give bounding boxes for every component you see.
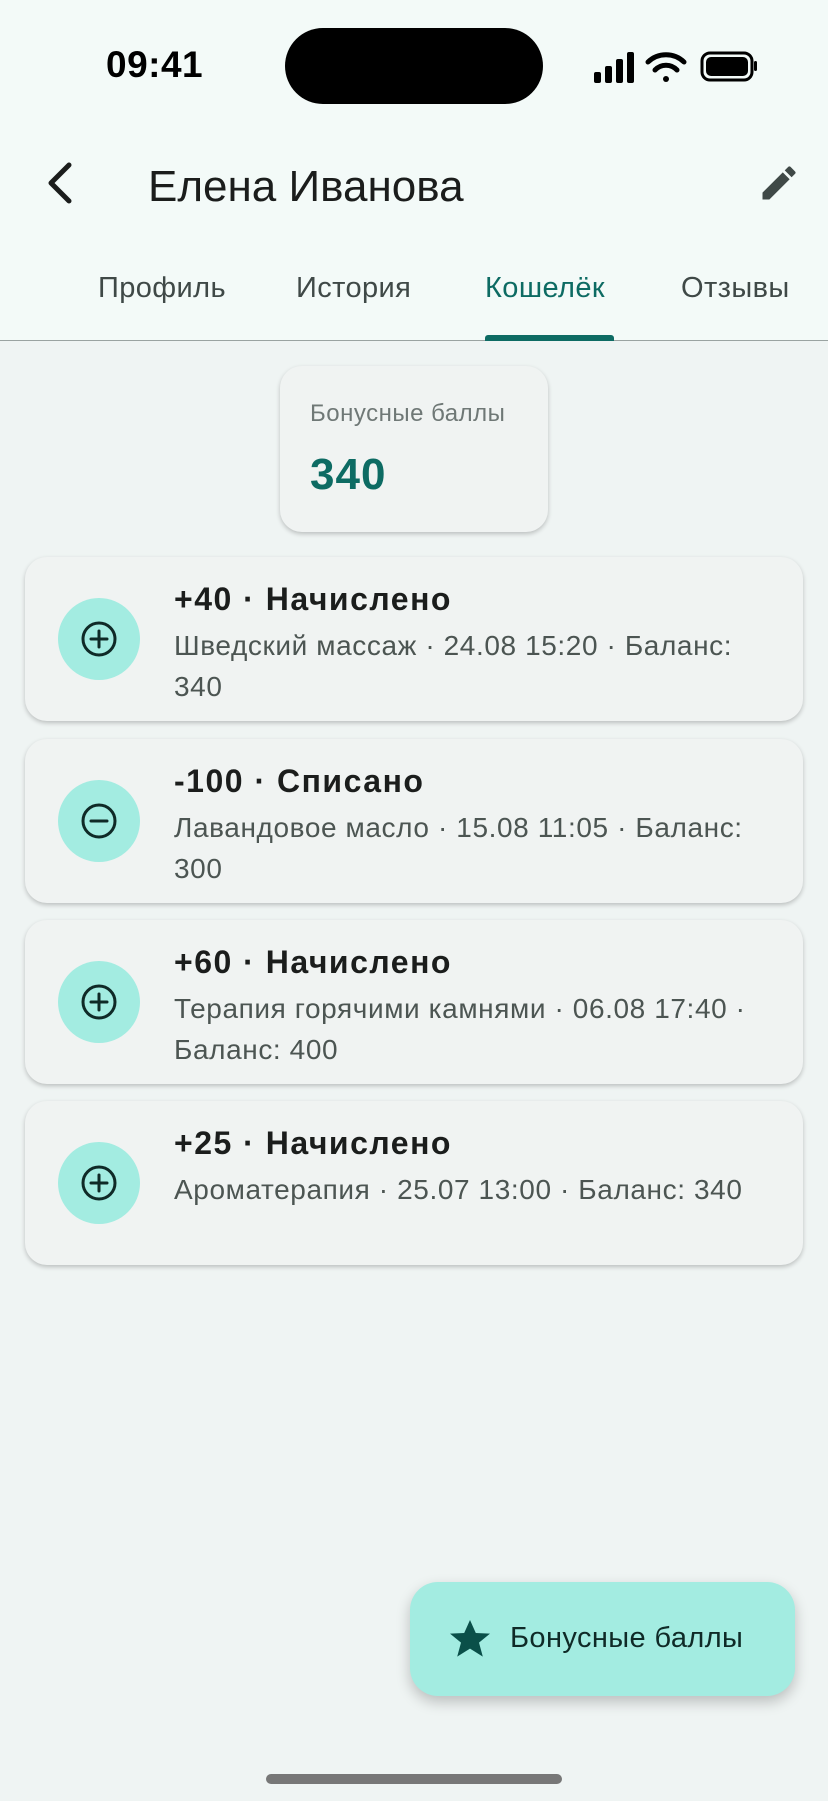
transaction-item[interactable]: +60 · Начислено Терапия горячими камнями… xyxy=(25,920,803,1084)
pencil-icon xyxy=(762,166,796,200)
plus-circle-icon xyxy=(81,984,117,1020)
page-title: Елена Иванова xyxy=(148,162,464,211)
tab-reviews[interactable]: Отзывы xyxy=(681,272,790,305)
minus-circle-icon xyxy=(81,803,117,839)
transaction-detail: Терапия горячими камнями · 06.08 17:40 ·… xyxy=(174,993,746,1065)
tab-profile[interactable]: Профиль xyxy=(98,272,226,305)
transaction-icon-badge xyxy=(58,780,140,862)
app-bar: Елена Иванова xyxy=(0,130,828,240)
transaction-title: +25 · Начислено xyxy=(174,1125,452,1161)
transaction-item[interactable]: +25 · Начислено Ароматерапия · 25.07 13:… xyxy=(25,1101,803,1265)
back-arrow-icon xyxy=(48,162,72,204)
home-indicator[interactable] xyxy=(266,1774,562,1784)
bonus-points-fab[interactable]: Бонусные баллы xyxy=(410,1582,795,1696)
transaction-icon-badge xyxy=(58,598,140,680)
header-area: 09:41 Елена Иванова Профиль История Коше… xyxy=(0,0,828,341)
bonus-value: 340 xyxy=(310,450,387,499)
tab-indicator xyxy=(485,335,614,341)
status-bar: 09:41 xyxy=(0,0,828,130)
transaction-icon-badge xyxy=(58,1142,140,1224)
edit-button[interactable] xyxy=(748,152,810,214)
signal-icon xyxy=(594,52,634,83)
transaction-title: -100 · Списано xyxy=(174,763,425,799)
plus-circle-icon xyxy=(81,621,117,657)
status-icons xyxy=(594,51,757,83)
tab-wallet[interactable]: Кошелёк xyxy=(485,272,605,305)
battery-icon xyxy=(700,51,757,82)
bonus-label: Бонусные баллы xyxy=(310,400,506,427)
wifi-icon xyxy=(645,52,687,82)
bonus-balance-card: Бонусные баллы 340 xyxy=(280,366,548,532)
transaction-item[interactable]: -100 · Списано Лавандовое масло · 15.08 … xyxy=(25,739,803,903)
status-time: 09:41 xyxy=(106,44,204,85)
transaction-detail: Ароматерапия · 25.07 13:00 · Баланс: 340 xyxy=(174,1174,743,1205)
transaction-title: +40 · Начислено xyxy=(174,581,452,617)
transaction-detail: Лавандовое масло · 15.08 11:05 · Баланс:… xyxy=(174,812,743,884)
fab-label: Бонусные баллы xyxy=(510,1622,744,1654)
tab-bar: Профиль История Кошелёк Отзывы xyxy=(0,262,828,341)
star-icon xyxy=(450,1620,490,1657)
transaction-icon-badge xyxy=(58,961,140,1043)
tab-history[interactable]: История xyxy=(296,272,411,305)
transaction-title: +60 · Начислено xyxy=(174,944,452,980)
wallet-screen: 09:41 Елена Иванова Профиль История Коше… xyxy=(0,0,828,1801)
transaction-item[interactable]: +40 · Начислено Шведский массаж · 24.08 … xyxy=(25,557,803,721)
plus-circle-icon xyxy=(81,1165,117,1201)
dynamic-island xyxy=(285,28,543,104)
transaction-detail: Шведский массаж · 24.08 15:20 · Баланс: … xyxy=(174,630,733,702)
back-button[interactable] xyxy=(28,152,90,214)
